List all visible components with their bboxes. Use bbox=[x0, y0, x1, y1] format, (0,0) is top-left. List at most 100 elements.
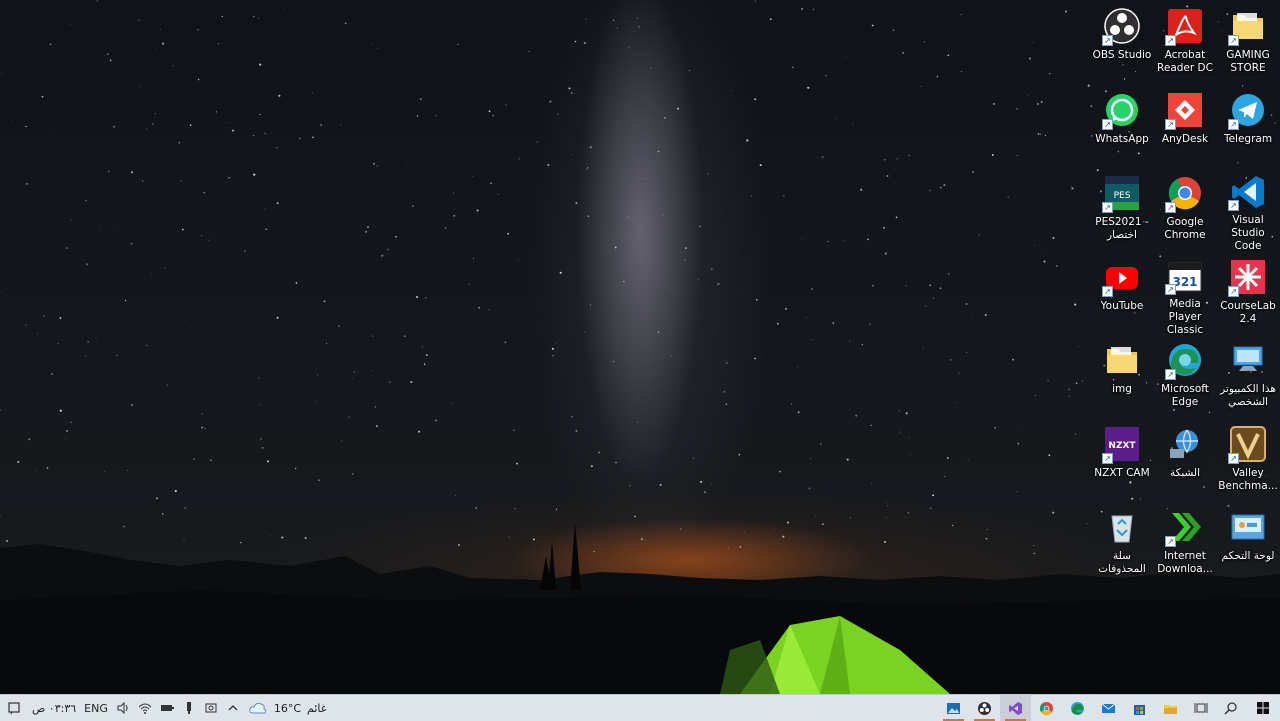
show-hidden-icons-button[interactable] bbox=[222, 695, 244, 721]
media-player-icon: 321↗ bbox=[1165, 257, 1205, 295]
taskbar-app-chrome[interactable] bbox=[1031, 695, 1062, 721]
language-indicator[interactable]: ENG bbox=[80, 695, 112, 721]
weather-widget[interactable]: 16°C غائم bbox=[244, 695, 331, 721]
nzxt-icon: NZXT ↗ bbox=[1102, 424, 1142, 464]
task-view-button[interactable] bbox=[1186, 695, 1216, 721]
desktop-icon-youtube[interactable]: ↗ YouTube bbox=[1091, 253, 1153, 333]
start-button[interactable] bbox=[1246, 695, 1280, 721]
store-icon bbox=[1132, 701, 1147, 716]
desktop-icon-obs[interactable]: ↗ OBS Studio bbox=[1091, 2, 1153, 82]
taskbar-app-vs[interactable] bbox=[1000, 695, 1031, 721]
desktop-icon-label: WhatsApp bbox=[1089, 133, 1155, 146]
taskbar-app-edge[interactable] bbox=[1062, 695, 1093, 721]
desktop-icon-thispc[interactable]: هذا الكمبيوتر الشخصي bbox=[1217, 336, 1279, 416]
idm-icon: ↗ bbox=[1165, 507, 1205, 547]
shortcut-arrow-icon: ↗ bbox=[1102, 286, 1113, 297]
desktop-icon-whatsapp[interactable]: ↗ WhatsApp bbox=[1091, 86, 1153, 166]
battery-button[interactable] bbox=[156, 695, 178, 721]
desktop-wallpaper bbox=[0, 0, 1280, 694]
desktop-icon-label: Internet Downloa... bbox=[1152, 550, 1218, 576]
svg-text:NZXT: NZXT bbox=[1108, 441, 1136, 451]
desktop-icon-chrome[interactable]: ↗Google Chrome bbox=[1154, 169, 1216, 249]
volume-button[interactable] bbox=[112, 695, 134, 721]
notification-center-button[interactable] bbox=[0, 695, 28, 721]
desktop-icon-mpc[interactable]: 321↗Media Player Classic bbox=[1154, 253, 1216, 333]
shortcut-arrow-icon: ↗ bbox=[1165, 35, 1176, 46]
obs-icon: ↗ bbox=[1102, 6, 1142, 46]
shortcut-arrow-icon: ↗ bbox=[1228, 119, 1239, 130]
pes-icon: PES↗ bbox=[1102, 173, 1142, 213]
meet-button[interactable] bbox=[200, 695, 222, 721]
desktop-icon-label: Valley Benchma... bbox=[1215, 467, 1280, 493]
desktop-icon-label: لوحة التحكم bbox=[1215, 550, 1280, 563]
taskbar: ٠٣:٣٦ ص ENG 16°C غائم bbox=[0, 694, 1280, 721]
shortcut-arrow-icon: ↗ bbox=[1228, 453, 1239, 464]
shortcut-arrow-icon: ↗ bbox=[1165, 202, 1176, 213]
network-icon bbox=[1165, 424, 1205, 464]
desktop-icon-gaming[interactable]: ↗ GAMING STORE bbox=[1217, 2, 1279, 82]
control-panel-icon bbox=[1228, 507, 1268, 547]
youtube-icon: ↗ bbox=[1102, 257, 1142, 297]
network-button[interactable] bbox=[134, 695, 156, 721]
weather-temperature: 16°C bbox=[274, 702, 301, 715]
acrobat-icon: ↗ bbox=[1165, 6, 1205, 46]
desktop-icon-network[interactable]: الشبكة bbox=[1154, 420, 1216, 500]
notification-icon bbox=[7, 701, 21, 715]
mail-icon bbox=[1101, 701, 1116, 716]
desktop-icon-label: OBS Studio bbox=[1089, 49, 1155, 62]
file-explorer-icon bbox=[1163, 701, 1178, 716]
taskbar-app-mail[interactable] bbox=[1093, 695, 1124, 721]
shortcut-arrow-icon: ↗ bbox=[1165, 369, 1176, 380]
desktop-icon-label: Media Player Classic bbox=[1152, 298, 1218, 337]
courselab-icon: ↗ bbox=[1228, 257, 1268, 297]
desktop-icon-recycle[interactable]: سلة المحذوفات bbox=[1091, 503, 1153, 583]
desktop-icon-control[interactable]: لوحة التحكم bbox=[1217, 503, 1279, 583]
shortcut-arrow-icon: ↗ bbox=[1102, 453, 1113, 464]
desktop-icon-edge[interactable]: ↗ Microsoft Edge bbox=[1154, 336, 1216, 416]
shortcut-arrow-icon: ↗ bbox=[1165, 119, 1176, 130]
desktop-icon-label: GAMING STORE bbox=[1215, 49, 1280, 75]
desktop-icon-courselab[interactable]: ↗ CourseLab 2.4 bbox=[1217, 253, 1279, 333]
svg-text:PES: PES bbox=[1114, 191, 1131, 201]
desktop-icon-vscode[interactable]: ↗Visual Studio Code bbox=[1217, 169, 1279, 249]
taskbar-app-obs[interactable] bbox=[969, 695, 1000, 721]
desktop-icon-img[interactable]: img bbox=[1091, 336, 1153, 416]
clock[interactable]: ٠٣:٣٦ ص bbox=[28, 695, 80, 721]
desktop-icon-label: سلة المحذوفات bbox=[1089, 550, 1155, 576]
cloud-icon bbox=[248, 701, 268, 715]
computer-icon bbox=[1228, 340, 1268, 380]
desktop-icon-telegram[interactable]: ↗Telegram bbox=[1217, 86, 1279, 166]
search-button[interactable] bbox=[1216, 695, 1246, 721]
desktop-icon-label: الشبكة bbox=[1152, 467, 1218, 480]
desktop-icon-label: NZXT CAM bbox=[1089, 467, 1155, 480]
anydesk-icon: ↗ bbox=[1165, 90, 1205, 130]
obs-icon bbox=[977, 701, 992, 716]
device-icon bbox=[204, 701, 218, 715]
valley-icon: ↗ bbox=[1228, 424, 1268, 464]
shortcut-arrow-icon: ↗ bbox=[1228, 35, 1239, 46]
taskbar-app-photos[interactable] bbox=[938, 695, 969, 721]
shortcut-arrow-icon: ↗ bbox=[1165, 536, 1176, 547]
windows-start-icon bbox=[1256, 701, 1270, 715]
shortcut-arrow-icon: ↗ bbox=[1102, 35, 1113, 46]
whatsapp-icon: ↗ bbox=[1102, 90, 1142, 130]
taskbar-app-store[interactable] bbox=[1124, 695, 1155, 721]
desktop-icon-label: CourseLab 2.4 bbox=[1215, 300, 1280, 326]
shortcut-arrow-icon: ↗ bbox=[1228, 200, 1239, 211]
desktop-icon-valley[interactable]: ↗ Valley Benchma... bbox=[1217, 420, 1279, 500]
battery-icon bbox=[160, 701, 174, 715]
desktop-icon-pes[interactable]: PES↗ PES2021 - اختصار bbox=[1091, 169, 1153, 249]
desktop-icon-nzxt[interactable]: NZXT ↗ NZXT CAM bbox=[1091, 420, 1153, 500]
desktop-icon-idm[interactable]: ↗ Internet Downloa... bbox=[1154, 503, 1216, 583]
desktop-icon-acrobat[interactable]: ↗Acrobat Reader DC bbox=[1154, 2, 1216, 82]
desktop-icon-label: YouTube bbox=[1089, 300, 1155, 313]
desktop-icon-anydesk[interactable]: ↗AnyDesk bbox=[1154, 86, 1216, 166]
desktop-icon-label: هذا الكمبيوتر الشخصي bbox=[1215, 383, 1280, 409]
desktop-icon-label: Microsoft Edge bbox=[1152, 383, 1218, 409]
desktop-icon-label: PES2021 - اختصار bbox=[1089, 216, 1155, 242]
starfield bbox=[0, 0, 1276, 554]
folder-icon: ↗ bbox=[1228, 6, 1268, 46]
vscode-icon: ↗ bbox=[1228, 173, 1268, 211]
taskbar-app-explorer[interactable] bbox=[1155, 695, 1186, 721]
usb-button[interactable] bbox=[178, 695, 200, 721]
